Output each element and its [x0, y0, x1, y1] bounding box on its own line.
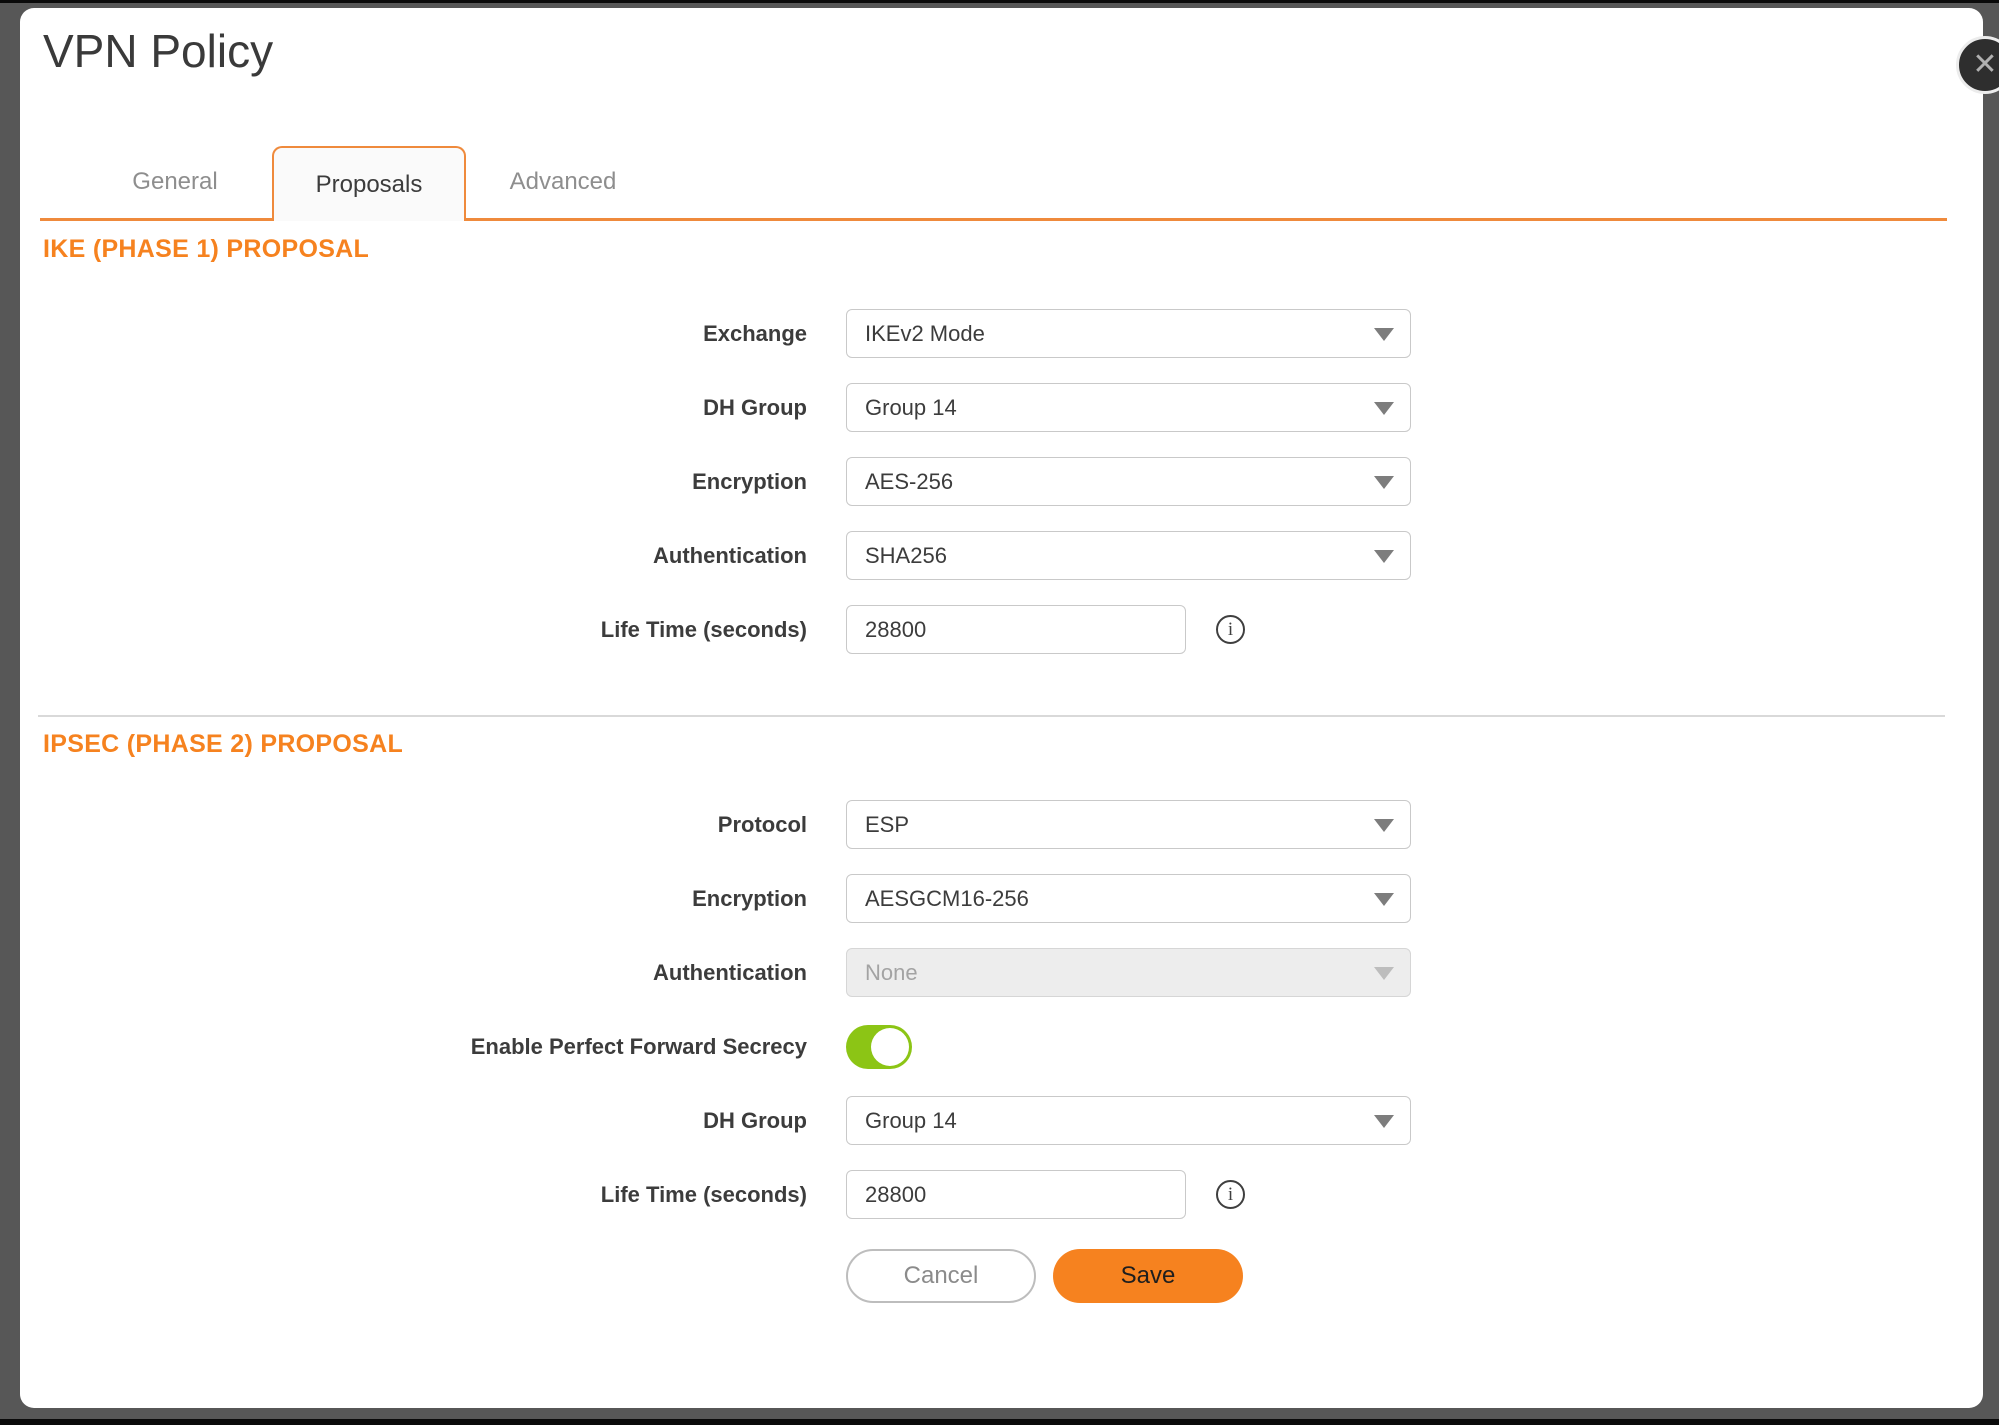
- dropdown-value: Group 14: [865, 1108, 957, 1134]
- section-ike-phase1: Exchange IKEv2 Mode DH Group Group 14 Encryp…: [20, 309, 1983, 654]
- info-icon[interactable]: i: [1216, 1180, 1245, 1209]
- dropdown-value: None: [865, 960, 918, 986]
- chevron-down-icon: [1374, 550, 1394, 563]
- section-heading-ike-phase1: IKE (PHASE 1) PROPOSAL: [43, 221, 1983, 264]
- section-heading-ipsec-phase2: IPSEC (PHASE 2) PROPOSAL: [43, 717, 1983, 759]
- info-icon[interactable]: i: [1216, 615, 1245, 644]
- field-row-dh-group: DH Group Group 14: [20, 1096, 1983, 1145]
- section-ipsec-phase2: Protocol ESP Encryption AESGCM16-256 Authent…: [20, 800, 1983, 1219]
- field-row-enable-perfect-forward-secrecy: Enable Perfect Forward Secrecy: [20, 1022, 1983, 1071]
- cancel-button[interactable]: Cancel: [846, 1249, 1036, 1303]
- field-label: Authentication: [20, 543, 807, 569]
- field-label: Exchange: [20, 321, 807, 347]
- chevron-down-icon: [1374, 476, 1394, 489]
- chevron-down-icon: [1374, 1115, 1394, 1128]
- dropdown-value: AES-256: [865, 469, 953, 495]
- chevron-down-icon: [1374, 819, 1394, 832]
- field-control: Group 14: [846, 383, 1411, 432]
- field-row-exchange: Exchange IKEv2 Mode: [20, 309, 1983, 358]
- field-row-authentication: Authentication SHA256: [20, 531, 1983, 580]
- field-control: ESP: [846, 800, 1411, 849]
- field-control: Group 14: [846, 1096, 1411, 1145]
- field-label: Encryption: [20, 469, 807, 495]
- field-control: i: [846, 605, 1245, 654]
- field-row-dh-group: DH Group Group 14: [20, 383, 1983, 432]
- dropdown-value: AESGCM16-256: [865, 886, 1029, 912]
- dialog-content: IKE (PHASE 1) PROPOSAL Exchange IKEv2 Mod…: [20, 221, 1983, 1303]
- field-row-encryption: Encryption AES-256: [20, 457, 1983, 506]
- authentication-dropdown: None: [846, 948, 1411, 997]
- life-time-seconds-input[interactable]: [846, 605, 1186, 654]
- field-row-authentication: Authentication None: [20, 948, 1983, 997]
- toggle-knob: [871, 1028, 909, 1066]
- chevron-down-icon: [1374, 893, 1394, 906]
- tabs: General Proposals Advanced: [78, 146, 660, 221]
- tab-label: General: [132, 168, 217, 196]
- field-control: SHA256: [846, 531, 1411, 580]
- dropdown-value: IKEv2 Mode: [865, 321, 985, 347]
- page-title: VPN Policy: [43, 24, 273, 78]
- field-label: Authentication: [20, 960, 807, 986]
- tab-advanced[interactable]: Advanced: [466, 146, 660, 218]
- exchange-dropdown[interactable]: IKEv2 Mode: [846, 309, 1411, 358]
- protocol-dropdown[interactable]: ESP: [846, 800, 1411, 849]
- dropdown-value: Group 14: [865, 395, 957, 421]
- dropdown-value: SHA256: [865, 543, 947, 569]
- tab-general[interactable]: General: [78, 146, 272, 218]
- tab-bar: General Proposals Advanced: [40, 146, 1947, 221]
- field-control: AESGCM16-256: [846, 874, 1411, 923]
- field-label: Encryption: [20, 886, 807, 912]
- dh-group-dropdown[interactable]: Group 14: [846, 383, 1411, 432]
- field-label: Life Time (seconds): [20, 617, 807, 643]
- chevron-down-icon: [1374, 402, 1394, 415]
- field-control: [846, 1025, 912, 1069]
- field-row-encryption: Encryption AESGCM16-256: [20, 874, 1983, 923]
- chevron-down-icon: [1374, 967, 1394, 980]
- tab-proposals[interactable]: Proposals: [272, 146, 466, 221]
- field-row-life-time-seconds: Life Time (seconds) i: [20, 605, 1983, 654]
- dropdown-value: ESP: [865, 812, 909, 838]
- field-control: i: [846, 1170, 1245, 1219]
- field-control: IKEv2 Mode: [846, 309, 1411, 358]
- field-label: Enable Perfect Forward Secrecy: [20, 1034, 807, 1060]
- enable-perfect-forward-secrecy-toggle[interactable]: [846, 1025, 912, 1069]
- vpn-policy-dialog: VPN Policy General Proposals Advanced IKE …: [20, 8, 1983, 1408]
- encryption-dropdown[interactable]: AESGCM16-256: [846, 874, 1411, 923]
- authentication-dropdown[interactable]: SHA256: [846, 531, 1411, 580]
- dh-group-dropdown[interactable]: Group 14: [846, 1096, 1411, 1145]
- life-time-seconds-input[interactable]: [846, 1170, 1186, 1219]
- field-label: Protocol: [20, 812, 807, 838]
- field-label: DH Group: [20, 1108, 807, 1134]
- field-row-protocol: Protocol ESP: [20, 800, 1983, 849]
- field-label: DH Group: [20, 395, 807, 421]
- close-icon: ✕: [1972, 50, 1997, 80]
- tab-label: Proposals: [316, 171, 423, 199]
- tab-label: Advanced: [510, 168, 617, 196]
- chevron-down-icon: [1374, 328, 1394, 341]
- field-label: Life Time (seconds): [20, 1182, 807, 1208]
- field-control: AES-256: [846, 457, 1411, 506]
- save-button[interactable]: Save: [1053, 1249, 1243, 1303]
- footer-actions: Cancel Save: [846, 1249, 1983, 1303]
- encryption-dropdown[interactable]: AES-256: [846, 457, 1411, 506]
- field-row-life-time-seconds: Life Time (seconds) i: [20, 1170, 1983, 1219]
- field-control: None: [846, 948, 1411, 997]
